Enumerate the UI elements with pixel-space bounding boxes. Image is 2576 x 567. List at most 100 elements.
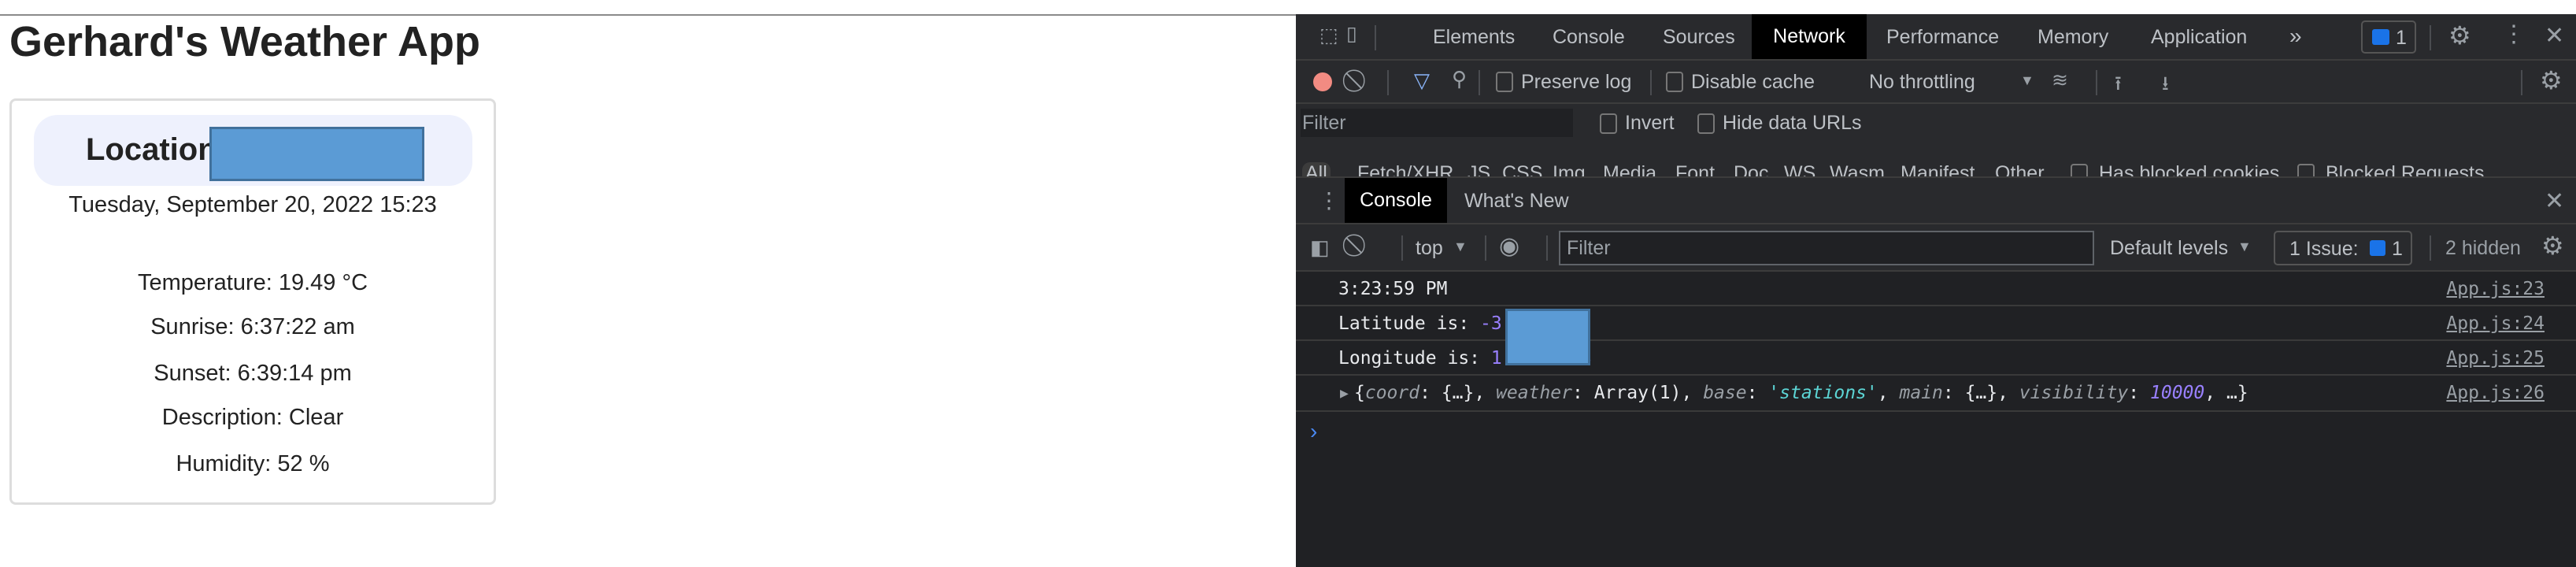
location-label: Location: (86, 132, 228, 167)
message-text: Longitude is: (1338, 348, 1491, 369)
divider (0, 14, 1296, 16)
type-font[interactable]: Font (1675, 162, 1715, 176)
import-har-icon[interactable]: ⭱ (2115, 69, 2122, 102)
resource-type-filters: All Fetch/XHR JS CSS Img Media Font Doc … (1296, 146, 2576, 178)
device-toolbar-icon[interactable]: ▯ (1346, 22, 1357, 46)
chevron-down-icon[interactable]: ▼ (1453, 239, 1468, 255)
type-manifest[interactable]: Manifest (1901, 162, 1975, 176)
tab-memory[interactable]: Memory (2037, 26, 2108, 49)
more-tabs-button[interactable]: » (2289, 24, 2302, 49)
network-settings-gear-icon[interactable]: ⚙ (2540, 65, 2563, 95)
tab-console[interactable]: Console (1553, 26, 1625, 49)
console-toolbar: ◧ ⃠ top ▼ ◉ Filter Default levels ▼ 1 Is… (1296, 224, 2576, 272)
devtools-panel: ⬚ ▯ Elements Console Sources Network Per… (1296, 14, 2576, 567)
has-blocked-cookies-label: Has blocked cookies (2099, 162, 2280, 178)
hide-data-urls-checkbox[interactable] (1697, 113, 1715, 134)
message-text: 3:23:59 PM (1338, 279, 1448, 299)
type-js[interactable]: JS (1468, 162, 1490, 176)
throttling-select[interactable]: No throttling (1869, 71, 1975, 94)
weather-card: Location: Tuesday, September 20, 2022 15… (9, 98, 496, 505)
disable-cache-checkbox[interactable] (1666, 72, 1683, 92)
tab-elements[interactable]: Elements (1433, 26, 1515, 49)
console-filter-input[interactable]: Filter (1559, 231, 2094, 265)
datetime: Tuesday, September 20, 2022 15:23 (68, 192, 437, 217)
message-icon (2370, 240, 2385, 256)
tab-application[interactable]: Application (2151, 26, 2247, 49)
sunset: Sunset: 6:39:14 pm (154, 361, 352, 386)
blocked-requests-label: Blocked Requests (2326, 162, 2485, 178)
redacted-location (209, 127, 424, 181)
console-issues-button[interactable]: 1 Issue: 1 (2274, 231, 2412, 265)
console-prompt[interactable]: › (1310, 419, 1317, 444)
type-fetch-xhr[interactable]: Fetch/XHR (1357, 162, 1453, 176)
console-message-object[interactable]: ▶ {coord: {…}, weather: Array(1), base: … (1296, 376, 2576, 412)
longitude-value: 1 (1490, 348, 1502, 369)
redacted-coordinates (1505, 309, 1590, 365)
sidebar-toggle-icon[interactable]: ◧ (1310, 235, 1330, 260)
chevron-down-icon[interactable]: ▼ (2020, 72, 2034, 89)
issues-count: 1 (2392, 238, 2403, 260)
type-wasm[interactable]: Wasm (1830, 162, 1885, 176)
latitude-value: -3 (1480, 313, 1502, 334)
console-message: 3:23:59 PM App.js:23 (1296, 272, 2576, 306)
app-page: Gerhard's Weather App Location: Tuesday,… (0, 0, 1296, 567)
live-expression-eye-icon[interactable]: ◉ (1499, 232, 1519, 260)
source-link[interactable]: App.js:24 (2446, 313, 2545, 334)
preserve-log-checkbox[interactable] (1496, 72, 1513, 92)
network-filter-row: Filter Invert Hide data URLs (1296, 104, 2576, 146)
settings-gear-icon[interactable]: ⚙ (2448, 20, 2471, 50)
preserve-log-label: Preserve log (1521, 71, 1632, 93)
console-settings-gear-icon[interactable]: ⚙ (2541, 231, 2564, 261)
tab-performance[interactable]: Performance (1886, 26, 1999, 49)
message-icon (2372, 29, 2389, 45)
inspect-element-icon[interactable]: ⬚ (1319, 24, 1338, 47)
chevron-down-icon[interactable]: ▼ (2237, 239, 2252, 255)
hide-data-urls-label: Hide data URLs (1723, 112, 1862, 134)
type-img[interactable]: Img (1553, 162, 1586, 176)
has-blocked-cookies-checkbox[interactable] (2071, 164, 2088, 176)
tab-sources[interactable]: Sources (1663, 26, 1735, 49)
close-drawer-icon[interactable]: ✕ (2545, 187, 2564, 215)
type-doc[interactable]: Doc (1734, 162, 1768, 176)
expand-triangle-icon[interactable]: ▶ (1340, 385, 1349, 402)
type-ws[interactable]: WS (1784, 162, 1815, 176)
location-header: Location: (34, 115, 472, 186)
console-message: Longitude is: 18 App.js:25 (1296, 341, 2576, 376)
type-all[interactable]: All (1302, 162, 1331, 176)
page-title: Gerhard's Weather App (9, 18, 480, 65)
invert-label: Invert (1625, 112, 1675, 134)
network-conditions-icon[interactable]: ≋ (2052, 69, 2068, 92)
invert-checkbox[interactable] (1600, 113, 1617, 134)
message-text: Latitude is: (1338, 313, 1481, 334)
source-link[interactable]: App.js:26 (2446, 383, 2545, 403)
network-filter-input[interactable]: Filter (1301, 109, 1573, 137)
type-media[interactable]: Media (1603, 162, 1656, 176)
log-levels-select[interactable]: Default levels (2110, 237, 2228, 260)
description: Description: Clear (161, 405, 344, 430)
hidden-count: 2 hidden (2445, 237, 2521, 259)
issues-label: 1 Issue: (2289, 238, 2359, 260)
blocked-requests-checkbox[interactable] (2297, 164, 2315, 176)
source-link[interactable]: App.js:23 (2446, 279, 2545, 299)
record-icon[interactable] (1313, 72, 1332, 91)
sunrise: Sunrise: 6:37:22 am (150, 314, 355, 339)
type-css[interactable]: CSS (1502, 162, 1542, 176)
humidity: Humidity: 52 % (176, 451, 330, 476)
network-toolbar: ⃠ ▽ ⚲ Preserve log Disable cache No thro… (1296, 61, 2576, 104)
source-link[interactable]: App.js:25 (2446, 348, 2545, 369)
filter-funnel-icon[interactable]: ▽ (1414, 69, 1430, 93)
tab-network[interactable]: Network (1752, 14, 1867, 59)
drawer-tab-console[interactable]: Console (1345, 178, 1447, 223)
context-select[interactable]: top (1416, 237, 1443, 260)
type-other[interactable]: Other (1995, 162, 2045, 176)
issues-button[interactable]: 1 (2361, 20, 2416, 54)
issues-count: 1 (2396, 27, 2407, 49)
drawer-menu-icon[interactable]: ⋮ (1318, 187, 1340, 213)
close-devtools-icon[interactable]: ✕ (2545, 22, 2564, 50)
more-options-icon[interactable]: ⋮ (2502, 20, 2526, 48)
disable-cache-label: Disable cache (1691, 71, 1815, 93)
devtools-tab-bar: ⬚ ▯ Elements Console Sources Network Per… (1296, 14, 2576, 61)
search-icon[interactable]: ⚲ (1452, 67, 1467, 91)
export-har-icon[interactable]: ⭳ (2162, 69, 2169, 102)
drawer-tab-whats-new[interactable]: What's New (1464, 190, 1569, 213)
